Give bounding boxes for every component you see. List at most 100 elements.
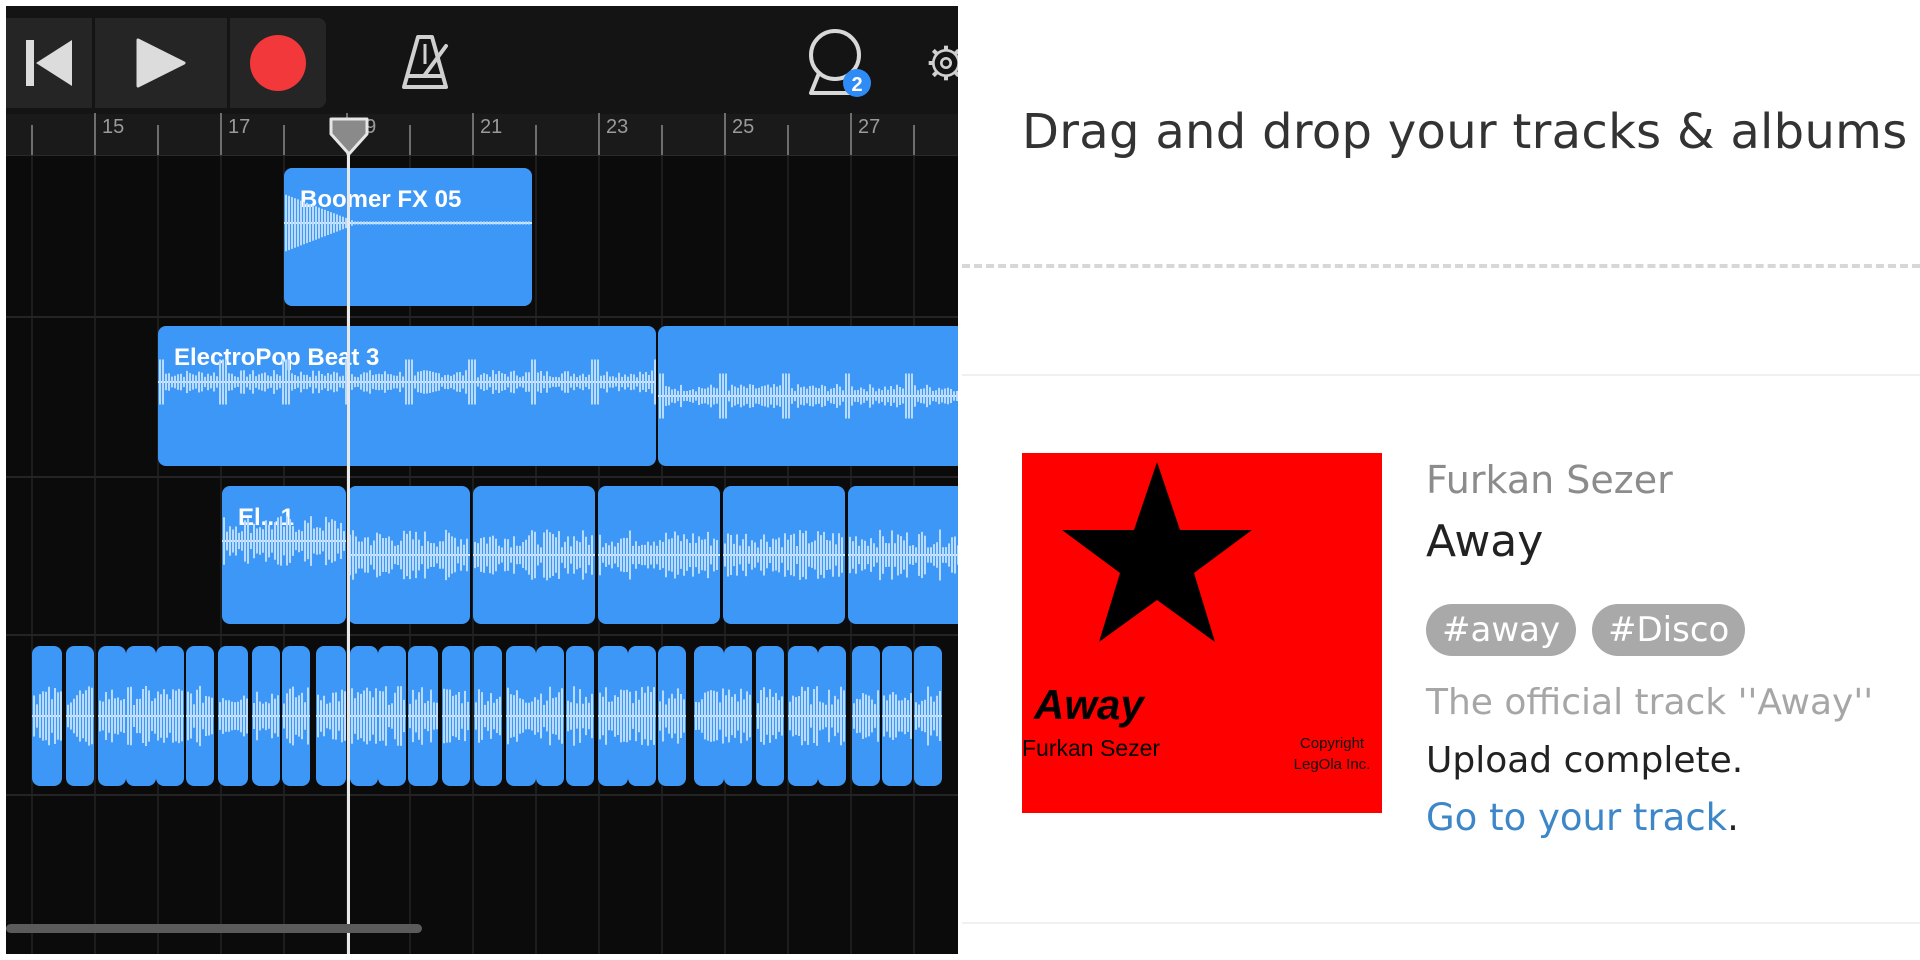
audio-region[interactable]	[882, 646, 912, 786]
tracks-area[interactable]: Boomer FX 05 ElectroPop Beat 3 El...1	[6, 156, 958, 954]
ruler-tick	[913, 125, 915, 155]
audio-region[interactable]	[598, 486, 720, 624]
go-to-track-link[interactable]: Go to your track	[1426, 796, 1727, 839]
audio-region[interactable]	[474, 646, 502, 786]
ruler-tick	[787, 125, 789, 155]
grid-line	[157, 156, 159, 954]
audio-region[interactable]	[350, 646, 378, 786]
audio-region[interactable]	[442, 646, 470, 786]
audio-region[interactable]	[694, 646, 724, 786]
waveform	[658, 373, 958, 419]
rewind-button[interactable]	[6, 18, 92, 108]
audio-region[interactable]	[598, 646, 628, 786]
record-icon	[250, 35, 306, 91]
audio-region[interactable]	[66, 646, 94, 786]
playhead	[347, 130, 350, 956]
waveform	[66, 686, 94, 746]
waveform	[756, 687, 784, 745]
upload-status: Upload complete.	[1426, 740, 1744, 781]
audio-region[interactable]	[818, 646, 846, 786]
divider	[962, 374, 1920, 376]
waveform	[158, 359, 656, 405]
audio-region[interactable]	[852, 646, 880, 786]
waveform	[724, 688, 752, 744]
waveform	[32, 686, 62, 746]
loop-browser-button[interactable]: 2	[796, 18, 886, 108]
audio-region[interactable]	[788, 646, 818, 786]
audio-region[interactable]: El...1	[222, 486, 346, 624]
waveform	[378, 686, 406, 746]
audio-region[interactable]: Boomer FX 05	[284, 168, 532, 306]
audio-region[interactable]	[658, 326, 958, 466]
audio-region[interactable]	[378, 646, 406, 786]
waveform	[222, 516, 346, 566]
metronome-button[interactable]	[384, 18, 468, 108]
audio-region[interactable]	[218, 646, 248, 786]
grid-line	[94, 156, 96, 954]
audio-region[interactable]	[848, 486, 958, 624]
waveform	[408, 687, 438, 745]
audio-region[interactable]	[506, 646, 536, 786]
audio-region[interactable]	[914, 646, 942, 786]
waveform	[473, 529, 595, 581]
audio-region[interactable]	[473, 486, 595, 624]
audio-region[interactable]	[566, 646, 594, 786]
audio-region[interactable]: ElectroPop Beat 3	[158, 326, 656, 466]
audio-region[interactable]	[126, 646, 156, 786]
star-icon	[1062, 462, 1252, 642]
audio-region[interactable]	[156, 646, 184, 786]
timeline-ruler[interactable]: 15171921232527	[6, 113, 958, 156]
tag-disco[interactable]: #Disco	[1592, 604, 1746, 656]
bar-number: 17	[228, 116, 251, 138]
frame-edge	[0, 954, 958, 960]
audio-region[interactable]	[536, 646, 564, 786]
audio-region[interactable]	[628, 646, 656, 786]
audio-region[interactable]	[408, 646, 438, 786]
go-to-track-period: .	[1727, 796, 1739, 839]
waveform	[442, 688, 470, 744]
audio-region[interactable]	[658, 646, 686, 786]
track-artist[interactable]: Furkan Sezer	[1426, 458, 1673, 502]
waveform	[506, 687, 536, 745]
ruler-tick	[598, 113, 600, 155]
rewind-to-start-icon	[26, 40, 72, 86]
drop-zone-text[interactable]: Drag and drop your tracks & albums h	[1022, 104, 1920, 160]
audio-region[interactable]	[756, 646, 784, 786]
waveform	[350, 687, 378, 745]
audio-region[interactable]	[348, 486, 470, 624]
tag-away[interactable]: #away	[1426, 604, 1577, 656]
waveform	[818, 686, 846, 746]
bar-number: 15	[102, 116, 125, 138]
play-button[interactable]	[95, 18, 227, 108]
ruler-tick	[850, 113, 852, 155]
bar-number: 23	[606, 116, 629, 138]
ruler-tick	[31, 125, 33, 155]
bar-number: 21	[480, 116, 503, 138]
audio-region[interactable]	[723, 486, 845, 624]
waveform	[598, 687, 628, 745]
bar-number: 27	[858, 116, 881, 138]
audio-region[interactable]	[282, 646, 310, 786]
waveform	[598, 530, 720, 580]
waveform	[848, 529, 958, 581]
ruler-tick	[409, 125, 411, 155]
audio-region[interactable]	[316, 646, 346, 786]
audio-region[interactable]	[252, 646, 280, 786]
playhead-handle[interactable]	[328, 116, 370, 158]
upload-page: Drag and drop your tracks & albums h Awa…	[962, 0, 1920, 960]
horizontal-scrollbar[interactable]	[6, 924, 422, 933]
audio-region[interactable]	[32, 646, 62, 786]
audio-region[interactable]	[98, 646, 126, 786]
audio-region[interactable]	[186, 646, 214, 786]
waveform	[282, 686, 310, 746]
waveform	[126, 686, 156, 746]
waveform	[536, 686, 564, 746]
bar-number: 25	[732, 116, 755, 138]
settings-button[interactable]	[926, 18, 958, 108]
track-separator	[6, 634, 958, 636]
ruler-tick	[535, 125, 537, 155]
audio-region[interactable]	[724, 646, 752, 786]
record-button[interactable]	[230, 18, 326, 108]
waveform	[156, 688, 184, 744]
cover-copyright: Copyright LegOla Inc.	[1293, 735, 1371, 773]
